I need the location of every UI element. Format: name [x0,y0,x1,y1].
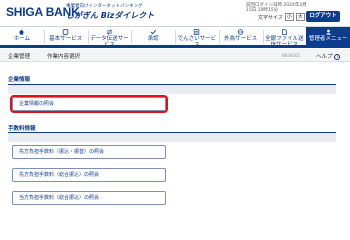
breadcrumb-item-task: 作業内容選択 [47,54,81,60]
section-title-fees: 手数料情報 [8,126,36,132]
tagline: 事業者向けインターネットバンキング [66,4,143,9]
help-link[interactable]: ヘルプ ? [316,52,341,60]
nav-label: 管理者メニュー [308,36,348,42]
nav-label: 承認 [147,36,159,42]
nav-label: でんさいサービス [177,36,217,48]
nav-label: 基本サービス [49,36,83,42]
nav-basic-service[interactable]: 基本サービス [43,27,88,45]
nav-label: 全銀ファイル送信サービス [265,36,304,48]
nav-admin-menu[interactable]: 管理者メニュー [306,27,350,45]
help-label: ヘルプ [316,54,333,60]
font-small-button[interactable]: 小 [284,13,294,21]
screen-id: BKSK001 [282,53,301,58]
home-icon [19,29,25,35]
nav-label: ホーム [13,36,31,42]
nav-home[interactable]: ホーム [0,27,44,45]
fee-bulk-payer-inquiry-button[interactable]: 当方負担手数料（総合振込）の照会 [12,191,166,205]
highlight-box [10,95,168,113]
service-name: しがぎん Bizダイレクト [66,11,155,20]
nav-approval[interactable]: 承認 [131,27,175,45]
global-nav: ホーム 基本サービス データ伝送サービス 承認 でんさいサービス 外為サービス … [0,26,350,48]
file-send-icon [282,29,287,35]
nav-file-send[interactable]: 全銀ファイル送信サービス [262,27,307,48]
admin-menu-icon [325,29,331,35]
nav-label: データ伝送サービス [90,36,129,48]
breadcrumb-item-company: 企業管理 [8,54,31,60]
help-icon: ? [334,53,341,60]
font-large-button[interactable]: 大 [295,13,305,21]
approval-icon [150,29,156,35]
header: SHIGA BANK 事業者向けインターネットバンキング しがぎん Bizダイレ… [0,0,350,26]
data-transfer-icon [106,29,113,35]
densai-icon [194,29,200,35]
fee-bulk-payee-inquiry-button[interactable]: 先方負担手数料（総合振込）の照会 [12,168,166,182]
section-band [8,85,336,94]
breadcrumb: 企業管理 作業内容選択 BKSK001 ヘルプ ? [0,49,350,62]
font-size-control: 文字サイズ 小 大 [258,13,305,21]
fee-transfer-inquiry-button[interactable]: 先方負担手数料（振込・振替）の照会 [12,145,166,159]
nav-densai[interactable]: でんさいサービス [175,27,219,48]
forex-icon [237,29,244,35]
section-band [8,133,336,142]
logout-button[interactable]: ログアウト [306,11,340,22]
section-title-company: 企業情報 [8,77,31,83]
basic-service-icon [62,29,69,35]
nav-forex[interactable]: 外為サービス [218,27,263,45]
last-login-info: 前回ログイン日時 2024年4月15日 10時15分 [246,3,307,13]
font-size-label: 文字サイズ [258,14,283,21]
nav-label: 外為サービス [224,36,258,42]
nav-data-transfer[interactable]: データ伝送サービス [87,27,132,48]
